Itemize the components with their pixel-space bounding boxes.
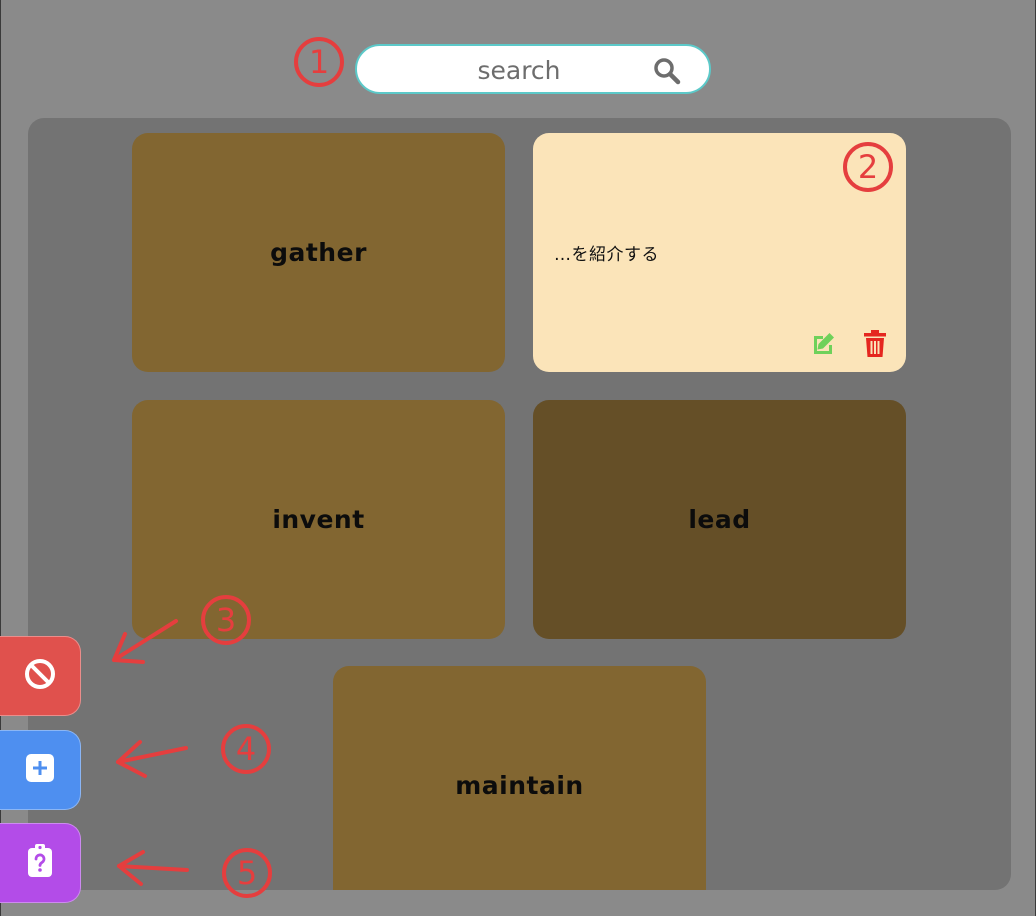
flashcard-gather[interactable]: gather: [132, 133, 505, 372]
card-word: maintain: [455, 771, 584, 800]
cards-panel: gather …を紹介する invent lead maintain: [28, 118, 1011, 890]
card-word: lead: [688, 505, 751, 534]
search-bar[interactable]: [355, 44, 711, 94]
add-card-button[interactable]: [0, 730, 81, 810]
card-word: gather: [270, 238, 367, 267]
annotation-3: 3: [201, 595, 251, 645]
quiz-button[interactable]: [0, 823, 81, 903]
search-icon[interactable]: [653, 57, 681, 85]
edit-icon[interactable]: [808, 329, 838, 359]
flashcard-maintain[interactable]: maintain: [333, 666, 706, 890]
clipboard-question-icon: [27, 844, 53, 882]
search-input[interactable]: [377, 52, 661, 88]
annotation-4: 4: [221, 724, 271, 774]
annotation-5: 5: [222, 848, 272, 898]
block-button[interactable]: [0, 636, 81, 716]
card-meaning: …を紹介する: [554, 245, 659, 265]
plus-icon: [25, 753, 55, 787]
card-word: invent: [272, 505, 365, 534]
annotation-2: 2: [843, 142, 893, 192]
flashcard-invent[interactable]: invent: [132, 400, 505, 639]
trash-icon[interactable]: [860, 329, 890, 359]
block-icon: [23, 657, 57, 695]
flashcard-lead[interactable]: lead: [533, 400, 906, 639]
annotation-1: 1: [294, 37, 344, 87]
card-actions: [808, 329, 890, 359]
